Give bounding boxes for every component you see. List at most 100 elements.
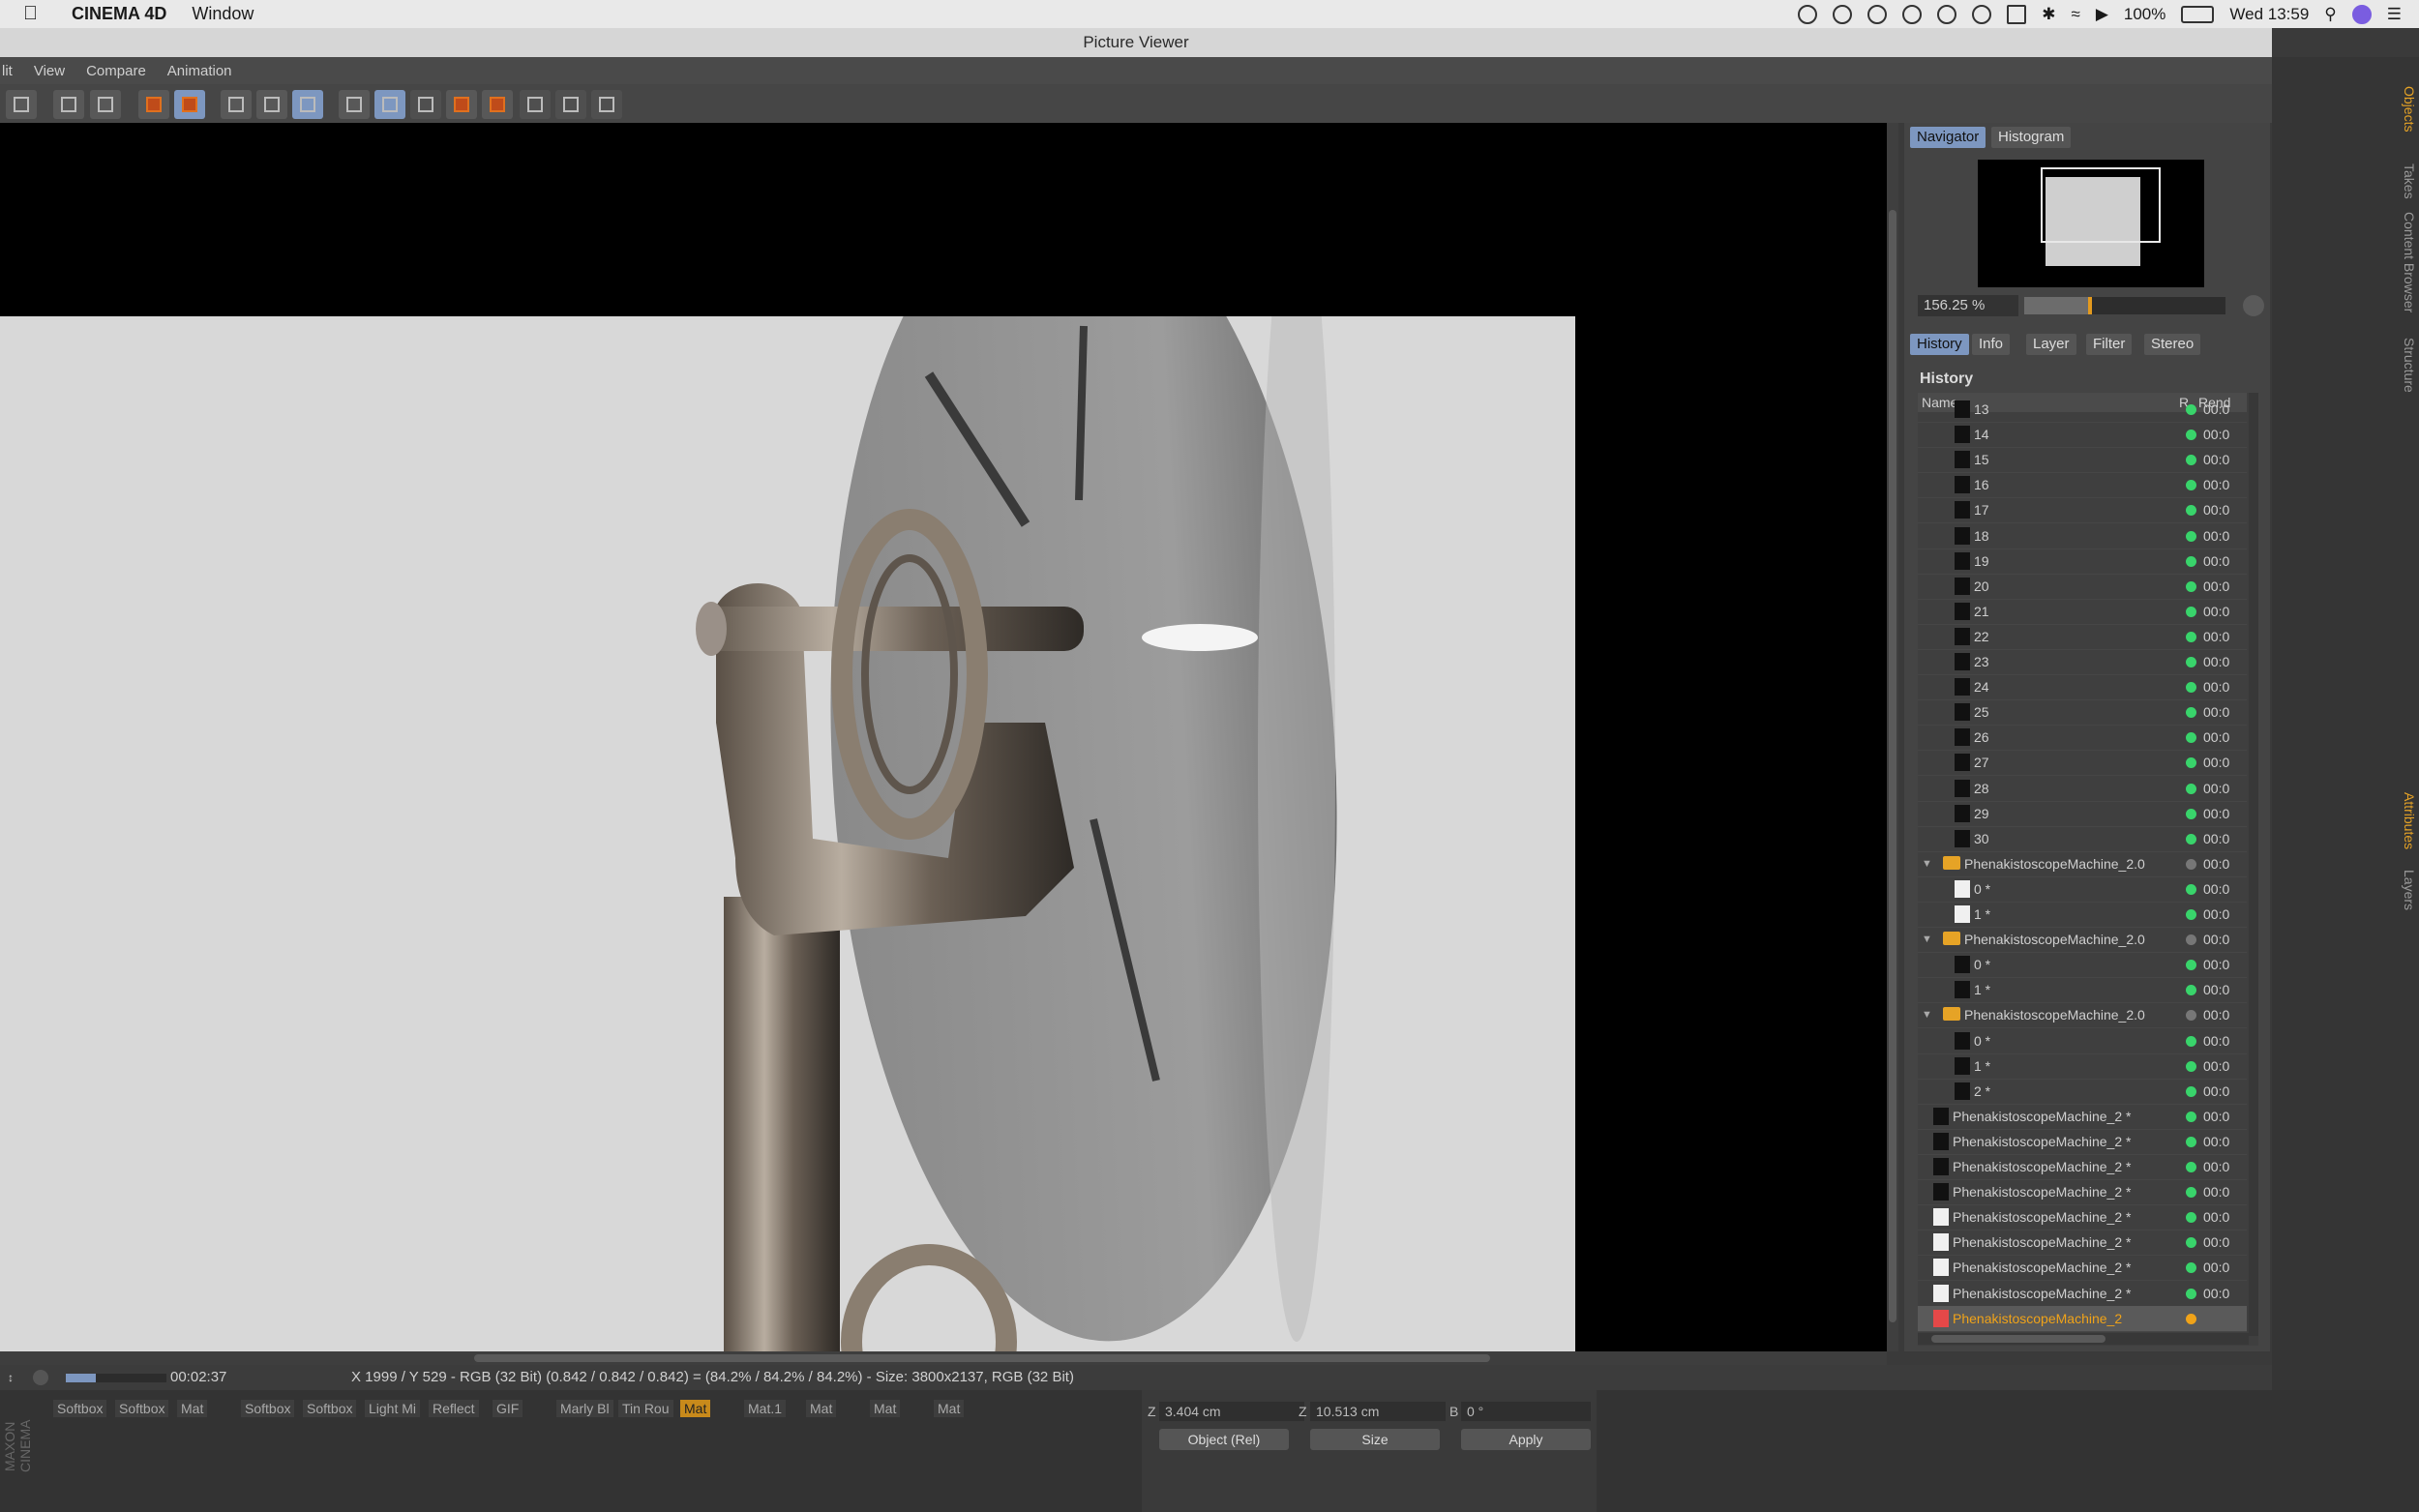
history-row[interactable]: 25 00:0 bbox=[1918, 699, 2247, 726]
battery-icon[interactable] bbox=[2181, 5, 2215, 23]
material-swatch[interactable]: Tin Rou bbox=[618, 1400, 673, 1417]
material-swatch[interactable]: Softbox bbox=[53, 1400, 107, 1417]
history-row[interactable]: PhenakistoscopeMachine_2 * 00:0 bbox=[1918, 1255, 2247, 1282]
history-list[interactable]: Name R Rend 13 00:0 14 00:0 15 00:0 16 00:0 17 00… bbox=[1918, 393, 2258, 1346]
expand-arrow-icon[interactable]: ▼ bbox=[1922, 851, 1932, 876]
material-swatch[interactable]: Marly Bl bbox=[556, 1400, 613, 1417]
material-swatch[interactable]: Mat bbox=[934, 1400, 965, 1417]
region-icon[interactable] bbox=[53, 90, 84, 119]
difference-icon[interactable] bbox=[591, 90, 622, 119]
accessibility-icon[interactable] bbox=[1972, 4, 1992, 24]
dashboard-icon[interactable] bbox=[1867, 4, 1888, 24]
history-row[interactable]: PhenakistoscopeMachine_2 * 00:0 bbox=[1918, 1129, 2247, 1155]
copy-icon[interactable] bbox=[138, 90, 169, 119]
stepper-icon[interactable]: ↕ bbox=[8, 1365, 14, 1390]
set-a-icon[interactable] bbox=[446, 90, 477, 119]
history-folder-row[interactable]: ▼ PhenakistoscopeMachine_2.0 00:0 bbox=[1918, 1002, 2247, 1029]
bluetooth-icon[interactable]: ✱ bbox=[2042, 5, 2055, 24]
menu-animation[interactable]: Animation bbox=[167, 63, 232, 79]
tab-layer[interactable]: Layer bbox=[2026, 334, 2076, 355]
window-menu[interactable]: Window bbox=[192, 4, 254, 24]
history-row[interactable]: 1 * 00:0 bbox=[1918, 902, 2247, 928]
material-swatch[interactable]: Light Mi bbox=[365, 1400, 421, 1417]
material-swatch[interactable]: GIF bbox=[493, 1400, 523, 1417]
tab-content-browser[interactable]: Content Browser bbox=[2396, 212, 2417, 312]
history-row[interactable]: 26 00:0 bbox=[1918, 725, 2247, 752]
airplay-icon[interactable] bbox=[2007, 4, 2027, 24]
history-row[interactable]: 24 00:0 bbox=[1918, 674, 2247, 701]
menu-compare[interactable]: Compare bbox=[86, 63, 146, 79]
compare-ab-icon[interactable] bbox=[339, 90, 370, 119]
tab-stereo[interactable]: Stereo bbox=[2144, 334, 2201, 355]
volume-icon[interactable]: ▶ bbox=[2096, 5, 2108, 24]
tab-attributes[interactable]: Attributes bbox=[2396, 792, 2417, 849]
history-row[interactable]: 16 00:0 bbox=[1918, 472, 2247, 499]
history-row[interactable]: 19 00:0 bbox=[1918, 548, 2247, 575]
spotlight-icon[interactable]: ⚲ bbox=[2324, 5, 2336, 24]
save-icon[interactable] bbox=[90, 90, 121, 119]
coordinate-mode-select[interactable]: Object (Rel) bbox=[1159, 1429, 1289, 1450]
history-row[interactable]: 28 00:0 bbox=[1918, 776, 2247, 802]
tab-histogram[interactable]: Histogram bbox=[1991, 127, 2072, 148]
play-icon[interactable] bbox=[33, 1370, 48, 1385]
material-swatch[interactable]: Mat bbox=[177, 1400, 208, 1417]
history-row[interactable]: 1 * 00:0 bbox=[1918, 977, 2247, 1004]
history-row[interactable]: 15 00:0 bbox=[1918, 447, 2247, 474]
navigator-view-frame[interactable] bbox=[2041, 167, 2161, 243]
window-titlebar[interactable]: Picture Viewer bbox=[0, 28, 2272, 57]
history-row[interactable]: PhenakistoscopeMachine_2 * 00:0 bbox=[1918, 1179, 2247, 1206]
apple-menu-icon[interactable]:  bbox=[23, 3, 52, 25]
history-row[interactable]: 22 00:0 bbox=[1918, 624, 2247, 650]
history-row[interactable]: 14 00:0 bbox=[1918, 422, 2247, 449]
history-row[interactable]: 18 00:0 bbox=[1918, 523, 2247, 549]
siri-icon[interactable] bbox=[2351, 4, 2372, 24]
material-swatch[interactable]: Mat bbox=[680, 1400, 711, 1417]
scrollbar-thumb[interactable] bbox=[1931, 1335, 2105, 1343]
history-row[interactable]: 17 00:0 bbox=[1918, 497, 2247, 524]
wifi-icon[interactable]: ≈ bbox=[2071, 5, 2079, 24]
history-row[interactable]: PhenakistoscopeMachine_2 * 00:0 bbox=[1918, 1154, 2247, 1180]
tab-navigator[interactable]: Navigator bbox=[1910, 127, 1986, 148]
history-row[interactable]: 0 * 00:0 bbox=[1918, 952, 2247, 979]
history-row[interactable]: 21 00:0 bbox=[1918, 599, 2247, 625]
history-row[interactable]: 20 00:0 bbox=[1918, 574, 2247, 600]
material-swatch[interactable]: Reflect bbox=[429, 1400, 479, 1417]
material-swatch[interactable]: Softbox bbox=[303, 1400, 357, 1417]
coord-z-field[interactable]: 3.404 cm bbox=[1159, 1402, 1304, 1421]
notification-center-icon[interactable]: ☰ bbox=[2387, 5, 2402, 24]
history-row[interactable]: 29 00:0 bbox=[1918, 801, 2247, 827]
zoom-field[interactable]: 156.25 % bbox=[1918, 295, 2018, 316]
history-row[interactable]: PhenakistoscopeMachine_2 bbox=[1918, 1305, 2247, 1332]
timer-icon[interactable] bbox=[1833, 4, 1853, 24]
zoom-slider-knob[interactable] bbox=[2088, 297, 2092, 314]
tab-info[interactable]: Info bbox=[1972, 334, 2011, 355]
history-row[interactable]: 0 * 00:0 bbox=[1918, 876, 2247, 903]
cloud-icon[interactable] bbox=[1902, 4, 1923, 24]
material-swatch[interactable]: Softbox bbox=[115, 1400, 169, 1417]
tab-takes[interactable]: Takes bbox=[2396, 163, 2417, 199]
split-vertical-icon[interactable] bbox=[555, 90, 586, 119]
menu-view[interactable]: View bbox=[34, 63, 65, 79]
scrollbar-thumb[interactable] bbox=[474, 1354, 1490, 1362]
history-row[interactable]: PhenakistoscopeMachine_2 * 00:0 bbox=[1918, 1104, 2247, 1130]
history-row[interactable]: 30 00:0 bbox=[1918, 826, 2247, 852]
display-alpha-icon[interactable] bbox=[256, 90, 287, 119]
history-row[interactable]: PhenakistoscopeMachine_2 * 00:0 bbox=[1918, 1204, 2247, 1231]
display-icon[interactable] bbox=[221, 90, 252, 119]
history-row[interactable]: 2 * 00:0 bbox=[1918, 1079, 2247, 1105]
material-swatch[interactable]: Softbox bbox=[241, 1400, 295, 1417]
zoom-slider[interactable] bbox=[2024, 297, 2225, 314]
coord-b-field[interactable]: 0 ° bbox=[1461, 1402, 1591, 1421]
apply-button[interactable]: Apply bbox=[1461, 1429, 1591, 1450]
history-row[interactable]: PhenakistoscopeMachine_2 * 00:0 bbox=[1918, 1281, 2247, 1307]
tab-layers[interactable]: Layers bbox=[2396, 870, 2417, 910]
canvas-vertical-scrollbar[interactable] bbox=[1887, 123, 1898, 1351]
zoom-menu-icon[interactable] bbox=[2243, 295, 2264, 316]
expand-arrow-icon[interactable]: ▼ bbox=[1922, 1002, 1932, 1027]
canvas-horizontal-scrollbar[interactable] bbox=[0, 1351, 1887, 1365]
material-swatch[interactable]: Mat.1 bbox=[744, 1400, 787, 1417]
tab-filter[interactable]: Filter bbox=[2086, 334, 2133, 355]
history-folder-row[interactable]: ▼ PhenakistoscopeMachine_2.0 00:0 bbox=[1918, 851, 2247, 877]
history-horizontal-scrollbar[interactable] bbox=[1918, 1333, 2249, 1345]
material-swatch[interactable]: Mat bbox=[870, 1400, 901, 1417]
